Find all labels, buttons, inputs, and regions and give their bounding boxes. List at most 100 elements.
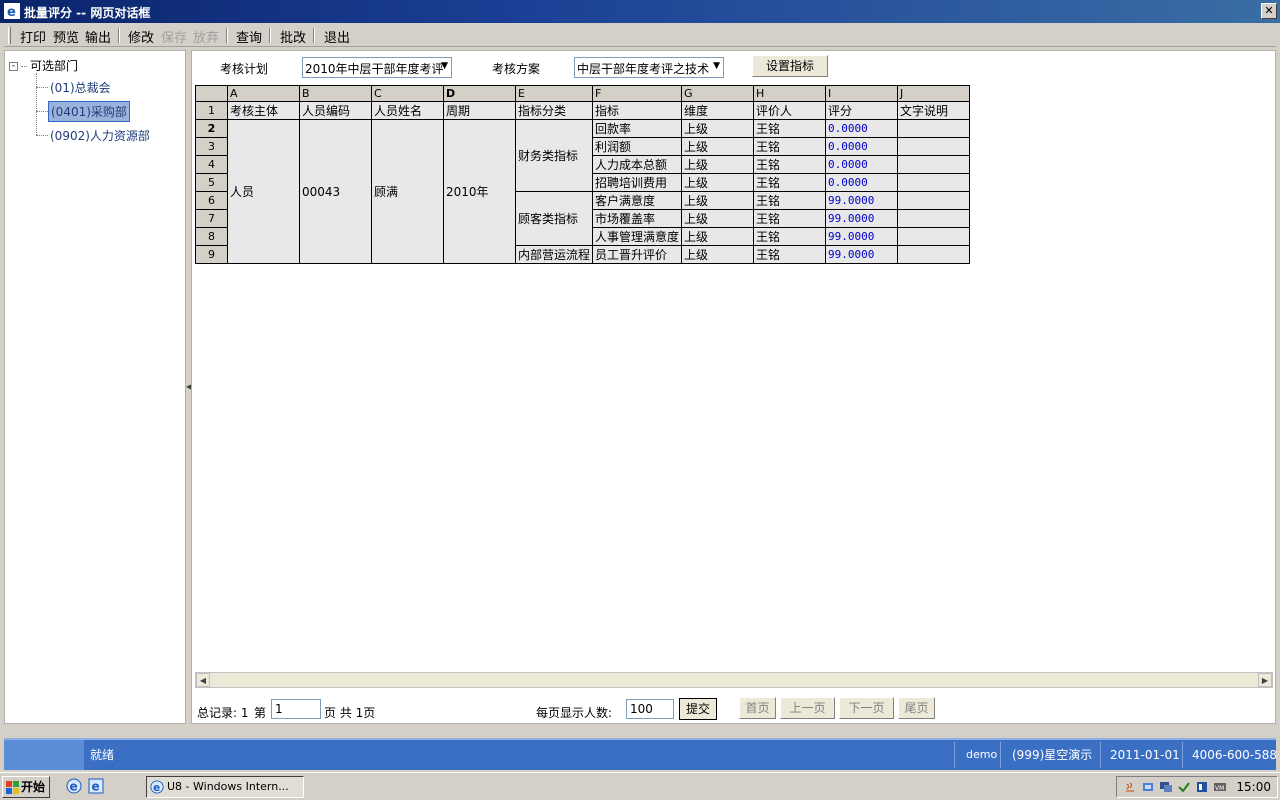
per-page-input[interactable]: 100 — [626, 699, 674, 719]
person-name-cell[interactable]: 顾满 — [371, 119, 444, 264]
row-number[interactable]: 3 — [195, 137, 228, 156]
prev-page-button[interactable]: 上一页 — [780, 697, 835, 719]
column-header[interactable]: G — [681, 85, 755, 102]
column-header[interactable]: E — [514, 85, 594, 102]
grid-corner[interactable] — [195, 85, 228, 102]
row-number[interactable]: 5 — [195, 173, 228, 192]
row-number[interactable]: 1 — [195, 101, 228, 120]
menu-query[interactable]: 查询 — [236, 27, 262, 46]
evaluator-cell[interactable]: 王铭 — [753, 209, 827, 228]
evaluator-cell[interactable]: 王铭 — [753, 191, 827, 210]
header-cell[interactable]: 评价人 — [753, 101, 827, 120]
category-cell[interactable]: 内部营运流程 — [514, 245, 594, 264]
menu-preview[interactable]: 预览 — [53, 27, 79, 46]
close-button[interactable]: ✕ — [1261, 3, 1277, 19]
evaluator-cell[interactable]: 王铭 — [753, 245, 827, 264]
dimension-cell[interactable]: 上级 — [681, 209, 755, 228]
plan-select[interactable]: 2010年中层干部年度考评 ▼ — [302, 57, 452, 78]
row-number[interactable]: 9 — [195, 245, 228, 264]
dimension-cell[interactable]: 上级 — [681, 173, 755, 192]
tree-node-president[interactable]: (01)总裁会 — [36, 78, 113, 96]
score-cell[interactable]: 0.0000 — [825, 155, 899, 174]
dimension-cell[interactable]: 上级 — [681, 155, 755, 174]
category-cell[interactable]: 顾客类指标 — [514, 191, 594, 246]
indicator-cell[interactable]: 招聘培训费用 — [592, 173, 683, 192]
row-number[interactable]: 4 — [195, 155, 228, 174]
device-icon[interactable] — [1195, 780, 1209, 794]
dimension-cell[interactable]: 上级 — [681, 245, 755, 264]
page-number-input[interactable]: 1 — [271, 699, 321, 719]
dimension-cell[interactable]: 上级 — [681, 191, 755, 210]
menu-save[interactable]: 保存 — [161, 27, 187, 46]
security-icon[interactable] — [1177, 780, 1191, 794]
dimension-cell[interactable]: 上级 — [681, 119, 755, 138]
score-cell[interactable]: 99.0000 — [825, 209, 899, 228]
next-page-button[interactable]: 下一页 — [839, 697, 894, 719]
menu-print[interactable]: 打印 — [20, 27, 46, 46]
horizontal-scrollbar[interactable]: ◀ ▶ — [195, 672, 1273, 688]
start-button[interactable]: 开始 — [2, 776, 50, 798]
note-cell[interactable] — [897, 155, 971, 174]
column-header[interactable]: F — [592, 85, 683, 102]
category-cell[interactable]: 财务类指标 — [514, 119, 594, 192]
score-cell[interactable]: 0.0000 — [825, 119, 899, 138]
java-icon[interactable] — [1123, 780, 1137, 794]
scroll-left-icon[interactable]: ◀ — [196, 673, 210, 687]
score-cell[interactable]: 99.0000 — [825, 191, 899, 210]
tree-collapse-icon[interactable]: - — [9, 62, 18, 71]
header-cell[interactable]: 考核主体 — [227, 101, 300, 120]
person-code-cell[interactable]: 00043 — [299, 119, 372, 264]
menu-export[interactable]: 输出 — [85, 27, 111, 46]
dimension-cell[interactable]: 上级 — [681, 137, 755, 156]
note-cell[interactable] — [897, 209, 971, 228]
note-cell[interactable] — [897, 137, 971, 156]
column-header[interactable]: I — [825, 85, 899, 102]
column-header[interactable]: C — [371, 85, 444, 102]
menu-modify[interactable]: 修改 — [128, 27, 154, 46]
taskbar-task-ie[interactable]: e U8 - Windows Intern... — [146, 776, 304, 798]
period-cell[interactable]: 2010年 — [443, 119, 516, 264]
evaluator-cell[interactable]: 王铭 — [753, 173, 827, 192]
score-cell[interactable]: 0.0000 — [825, 173, 899, 192]
tree-node-hr[interactable]: (0902)人力资源部 — [36, 126, 152, 144]
header-cell[interactable]: 维度 — [681, 101, 755, 120]
column-header[interactable]: J — [897, 85, 971, 102]
vmware-icon[interactable]: VM — [1213, 780, 1227, 794]
row-number[interactable]: 7 — [195, 209, 228, 228]
note-cell[interactable] — [897, 191, 971, 210]
column-header[interactable]: D — [443, 85, 516, 102]
header-cell[interactable]: 人员姓名 — [371, 101, 444, 120]
note-cell[interactable] — [897, 173, 971, 192]
evaluator-cell[interactable]: 王铭 — [753, 155, 827, 174]
score-cell[interactable]: 99.0000 — [825, 227, 899, 246]
ie-icon[interactable]: e — [66, 778, 82, 794]
header-cell[interactable]: 人员编码 — [299, 101, 372, 120]
scheme-select[interactable]: 中层干部年度考评之技术 ▼ — [574, 57, 724, 78]
tree-node-purchasing[interactable]: (0401)采购部 — [36, 101, 130, 122]
column-header[interactable]: B — [299, 85, 372, 102]
menu-discard[interactable]: 放弃 — [193, 27, 219, 46]
indicator-cell[interactable]: 客户满意度 — [592, 191, 683, 210]
first-page-button[interactable]: 首页 — [739, 697, 776, 719]
indicator-cell[interactable]: 人事管理满意度 — [592, 227, 683, 246]
tree-root[interactable]: - 可选部门 — [9, 57, 78, 74]
network-icon[interactable] — [1141, 780, 1155, 794]
header-cell[interactable]: 周期 — [443, 101, 516, 120]
note-cell[interactable] — [897, 245, 971, 264]
row-number[interactable]: 6 — [195, 191, 228, 210]
score-cell[interactable]: 0.0000 — [825, 137, 899, 156]
indicator-cell[interactable]: 人力成本总额 — [592, 155, 683, 174]
note-cell[interactable] — [897, 227, 971, 246]
note-cell[interactable] — [897, 119, 971, 138]
column-header[interactable]: H — [753, 85, 827, 102]
menu-batch-edit[interactable]: 批改 — [280, 27, 306, 46]
indicator-cell[interactable]: 回款率 — [592, 119, 683, 138]
menu-exit[interactable]: 退出 — [324, 27, 350, 46]
ie-icon[interactable]: e — [88, 778, 104, 794]
indicator-cell[interactable]: 利润额 — [592, 137, 683, 156]
evaluator-cell[interactable]: 王铭 — [753, 119, 827, 138]
score-cell[interactable]: 99.0000 — [825, 245, 899, 264]
last-page-button[interactable]: 尾页 — [898, 697, 935, 719]
subject-cell[interactable]: 人员 — [227, 119, 300, 264]
dimension-cell[interactable]: 上级 — [681, 227, 755, 246]
